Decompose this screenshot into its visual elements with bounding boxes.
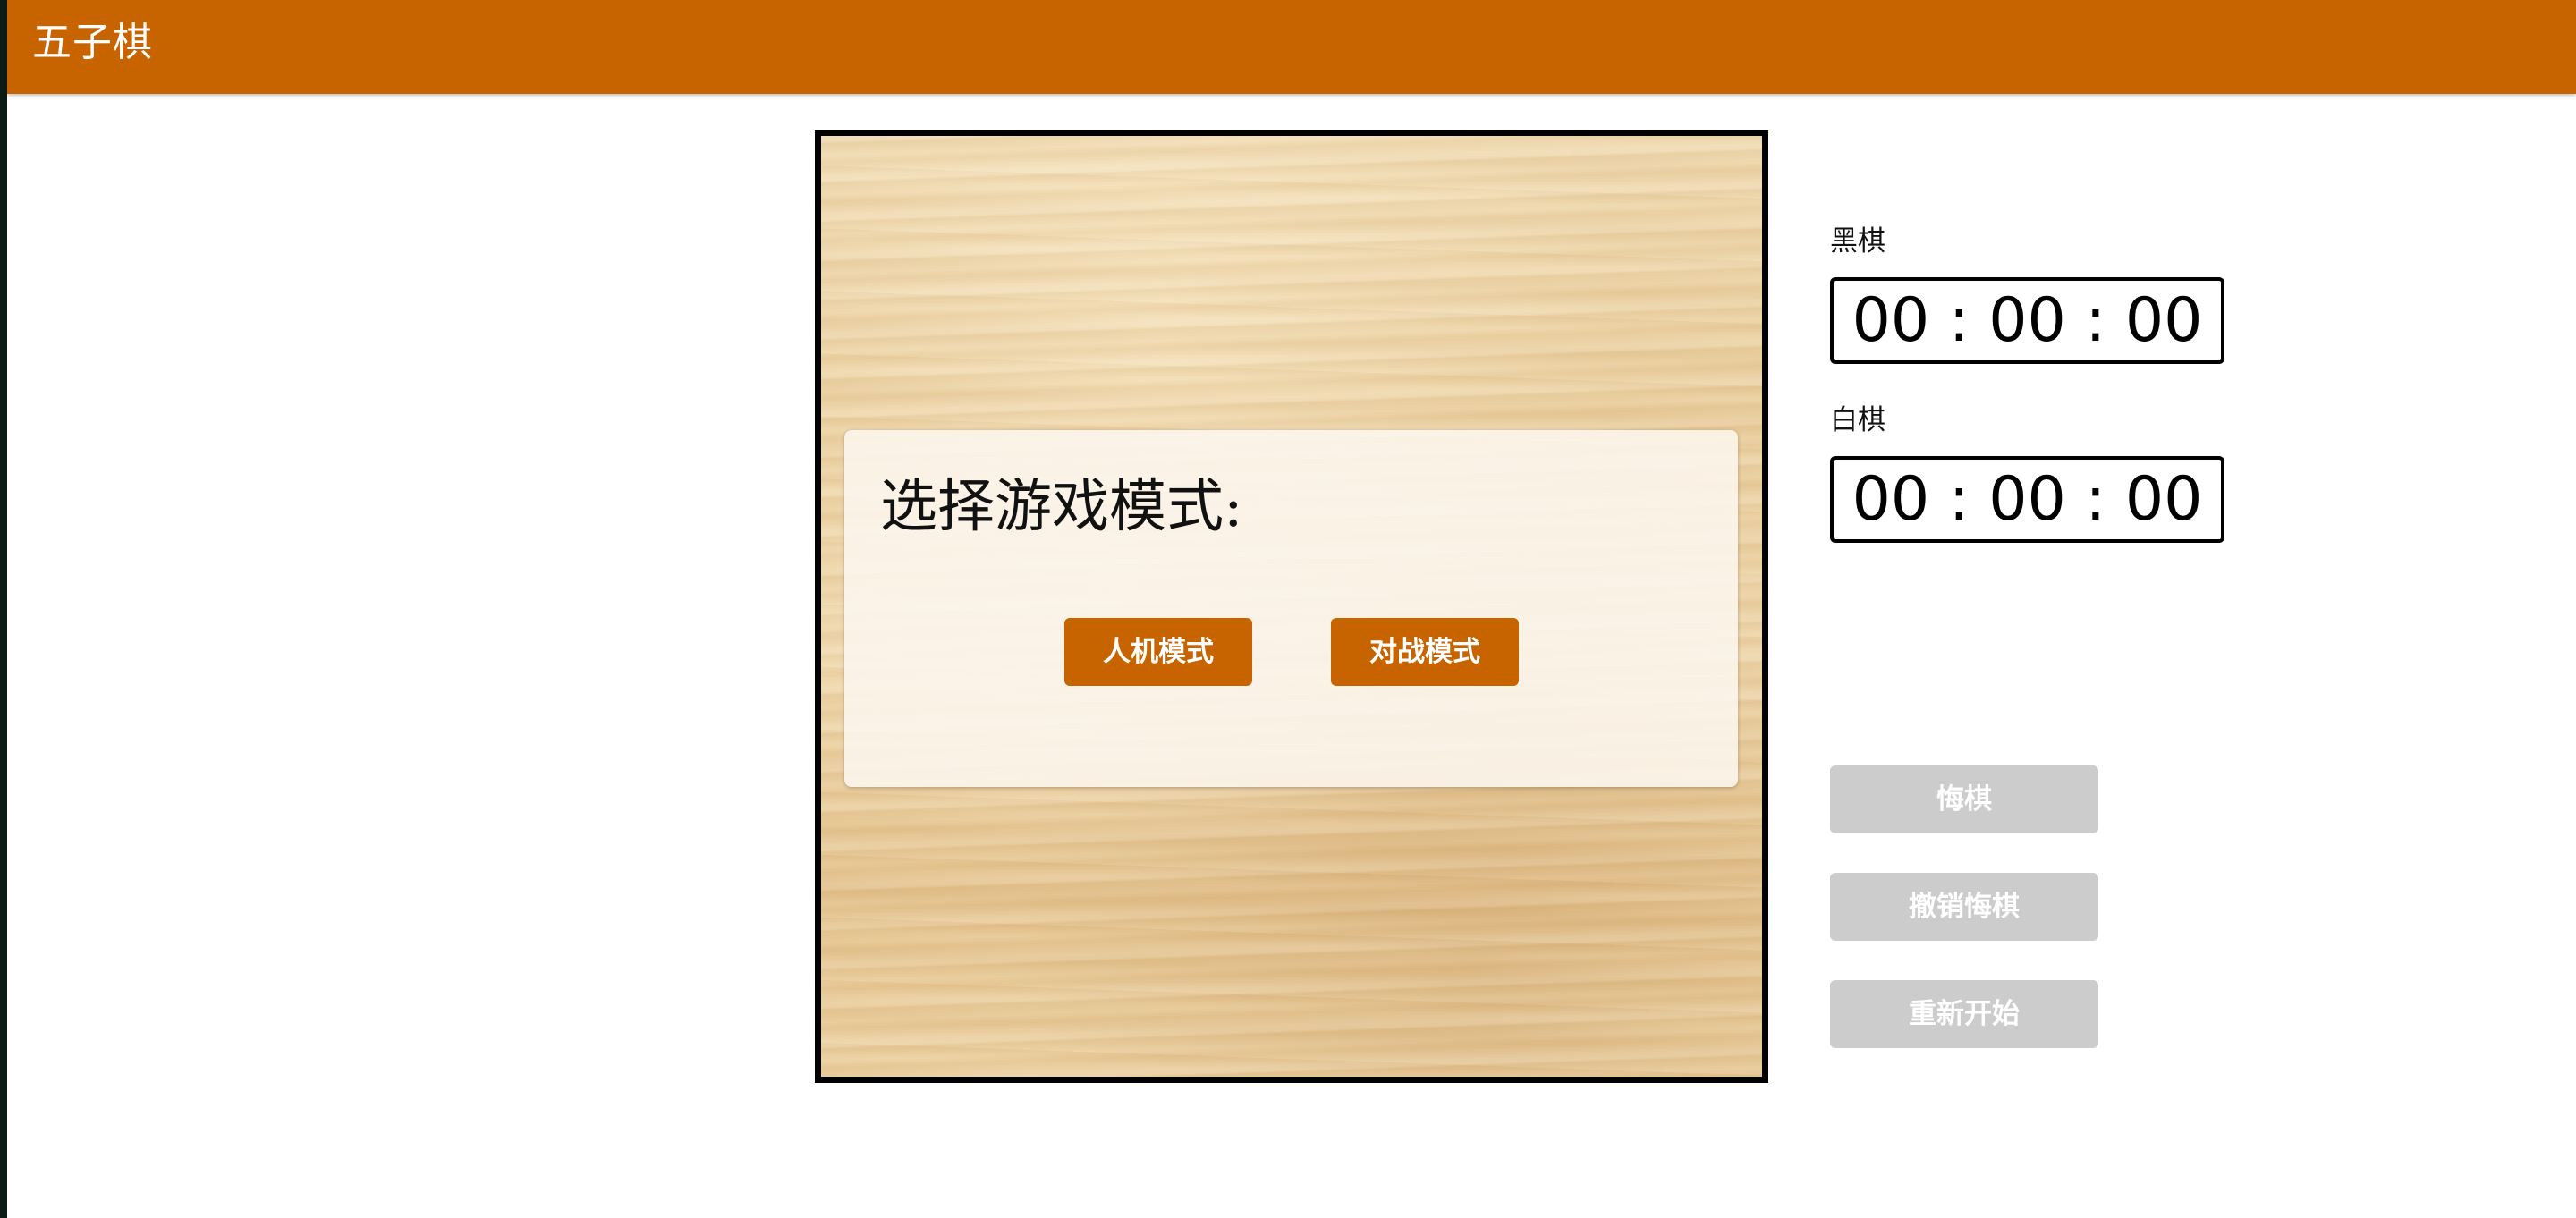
app-title: 五子棋 <box>32 20 153 65</box>
black-timer: 00 : 00 : 00 <box>1830 277 2224 364</box>
black-player-label: 黑棋 <box>1830 225 1885 258</box>
undo-button[interactable]: 悔棋 <box>1830 765 2098 833</box>
window-edge <box>0 0 7 1218</box>
cancel-undo-button[interactable]: 撤销悔棋 <box>1830 873 2098 941</box>
pvp-mode-button[interactable]: 对战模式 <box>1331 618 1519 686</box>
dialog-title: 选择游戏模式: <box>880 474 1243 540</box>
game-mode-dialog: 选择游戏模式: 人机模式 对战模式 <box>844 430 1738 787</box>
white-player-label: 白棋 <box>1830 404 1885 436</box>
ai-mode-button[interactable]: 人机模式 <box>1064 618 1252 686</box>
app-header: 五子棋 <box>7 0 2576 94</box>
white-timer: 00 : 00 : 00 <box>1830 456 2224 543</box>
restart-button[interactable]: 重新开始 <box>1830 980 2098 1048</box>
